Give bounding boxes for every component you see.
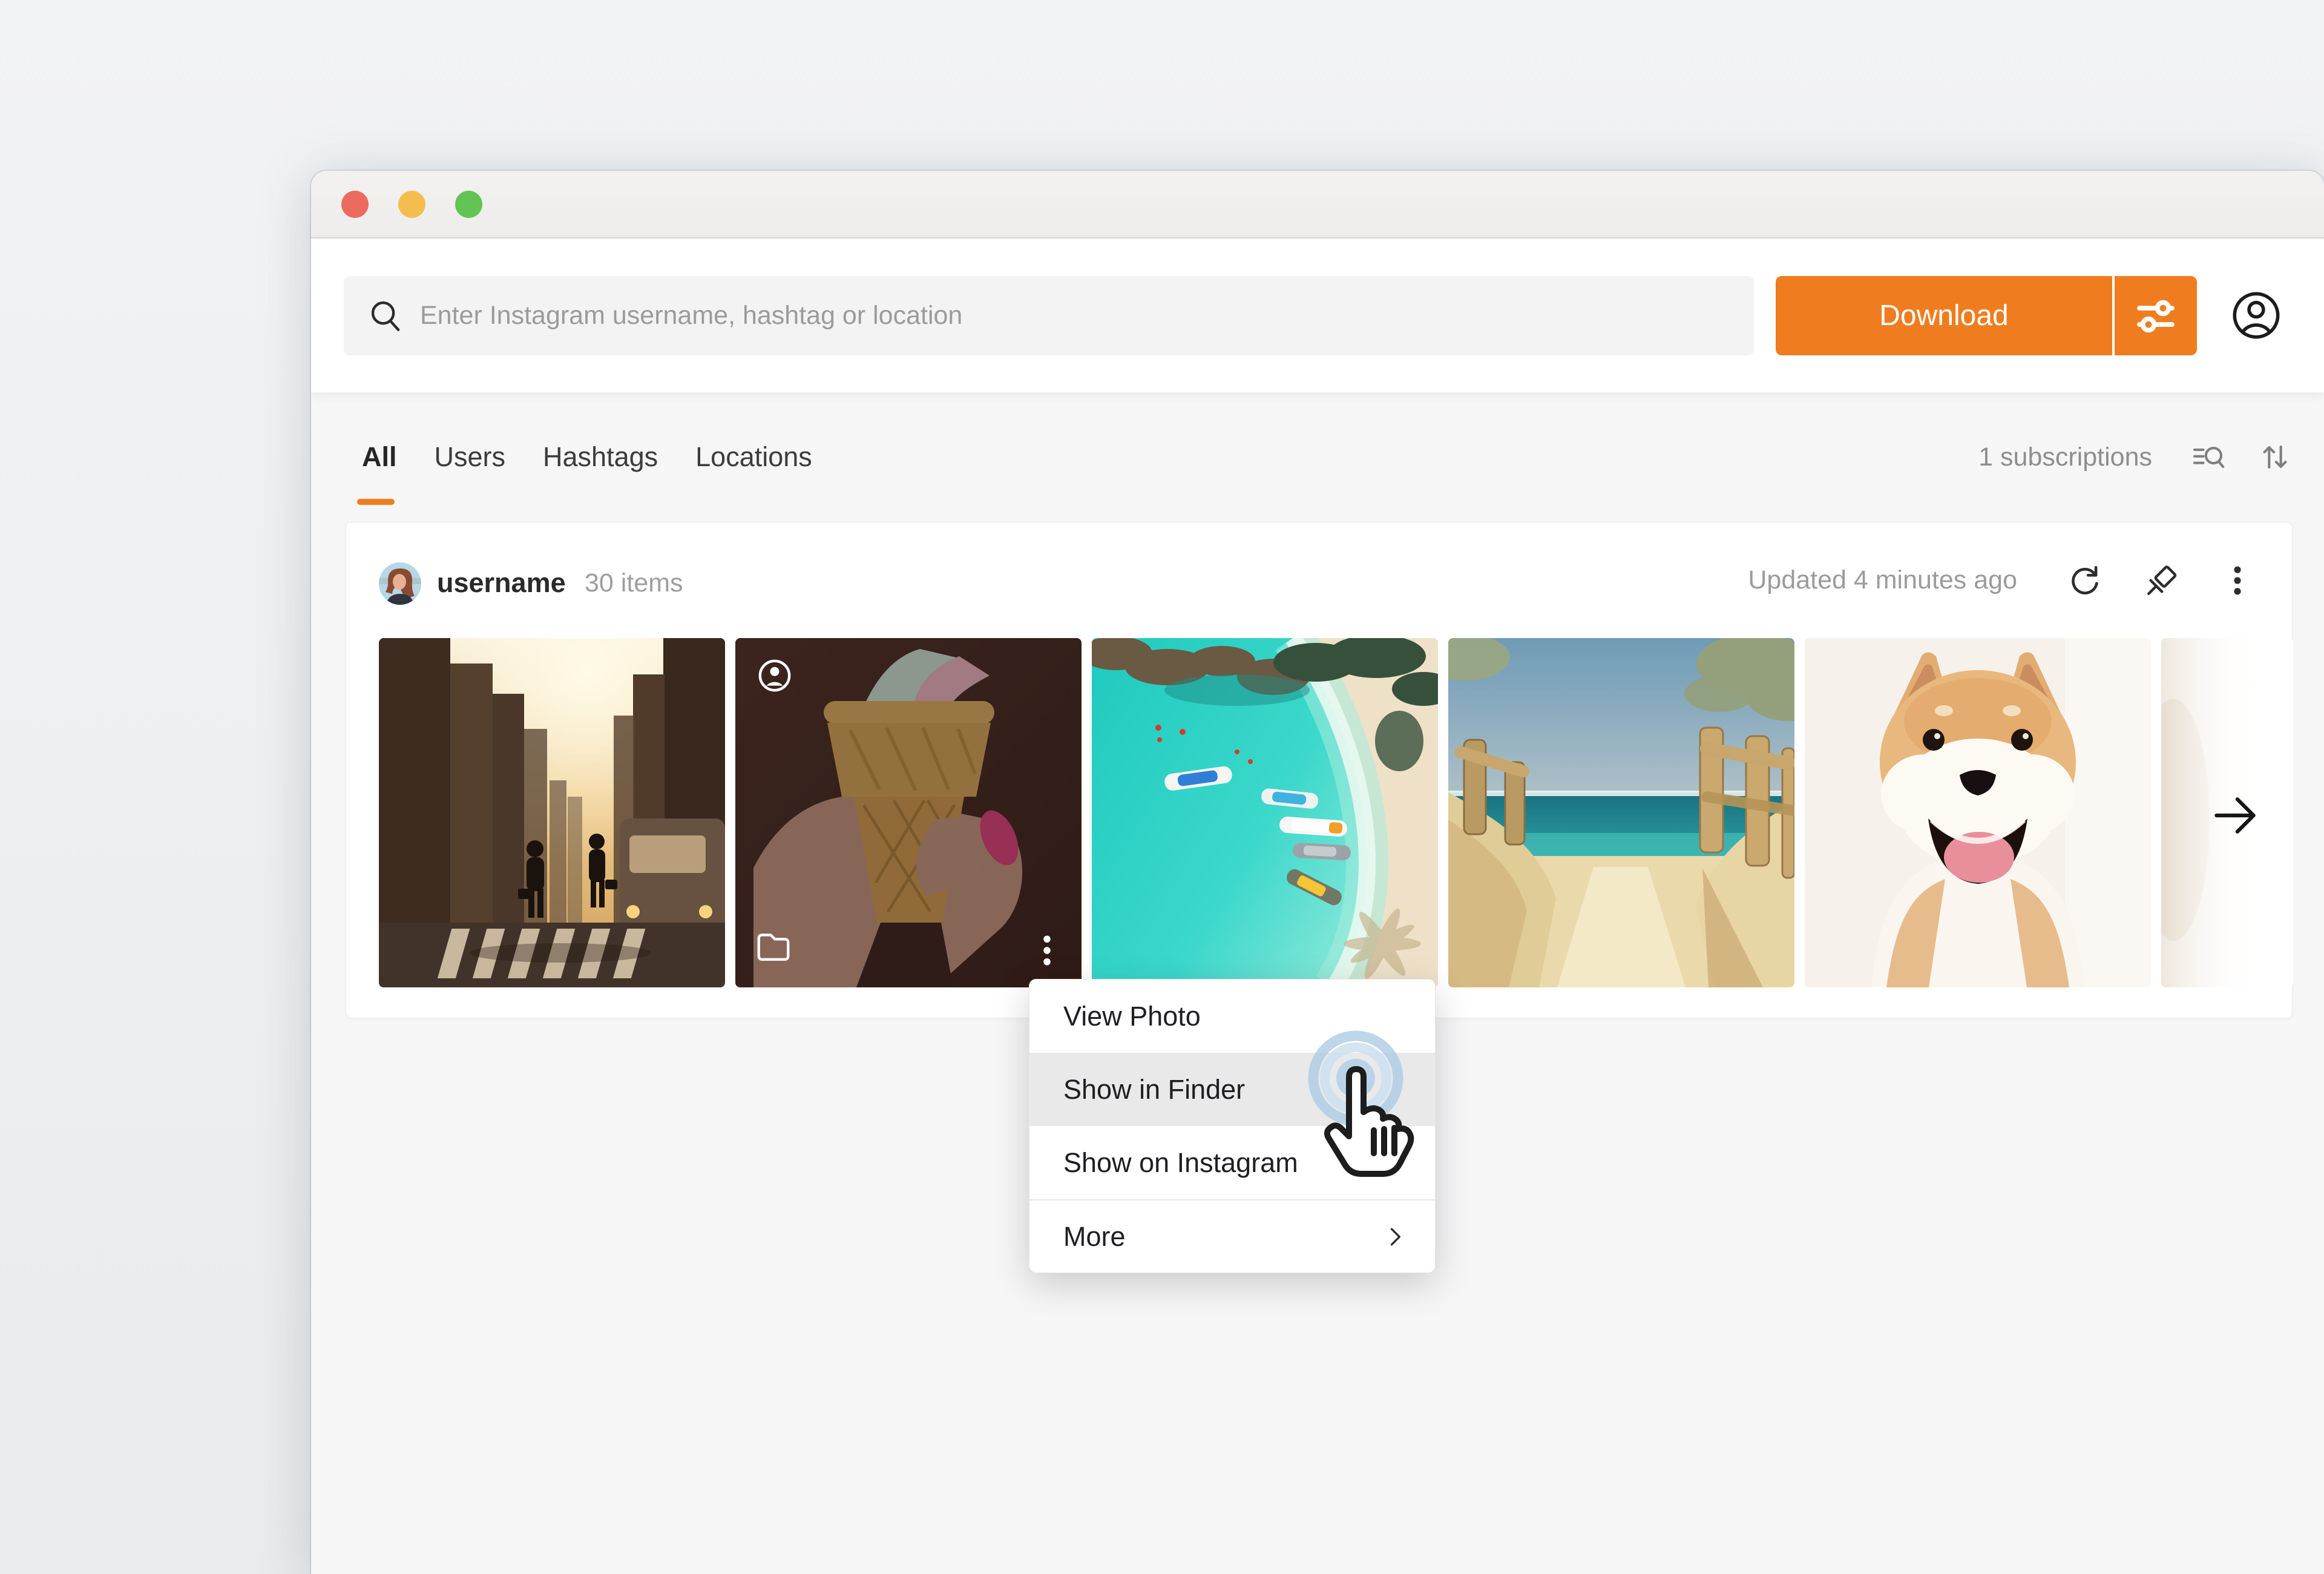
tab-hashtags[interactable]: Hashtags [543, 441, 658, 473]
updated-label: Updated 4 minutes ago [1748, 565, 2017, 595]
sliders-icon [2127, 286, 2185, 344]
filter-subscriptions-button[interactable] [2191, 440, 2226, 475]
download-button[interactable]: Download [1776, 276, 2112, 355]
items-count-label: 30 items [585, 568, 683, 598]
minimize-window-button[interactable] [398, 191, 425, 218]
pin-icon [2143, 562, 2181, 599]
menu-item-label: Show on Instagram [1063, 1147, 1298, 1179]
photo-menu-button[interactable] [1032, 932, 1062, 969]
tab-all[interactable]: All [362, 441, 397, 473]
close-window-button[interactable] [341, 191, 369, 218]
subscription-card-header: username 30 items Updated 4 minutes ago [346, 522, 2292, 638]
account-button[interactable] [2231, 290, 2282, 341]
arrow-right-icon [2207, 788, 2263, 843]
subscription-menu-button[interactable] [2221, 562, 2254, 599]
zoom-window-button[interactable] [455, 191, 482, 218]
menu-item-view-photo[interactable]: View Photo [1029, 980, 1435, 1053]
active-tab-underline [357, 499, 395, 505]
thumbnail-row [379, 638, 2293, 987]
search-field[interactable] [344, 276, 1754, 355]
download-options-button[interactable] [2115, 276, 2197, 355]
photo-beach-path-fence[interactable] [1448, 638, 1794, 987]
refresh-button[interactable] [2066, 562, 2103, 599]
account-icon [2231, 290, 2282, 341]
pin-button[interactable] [2143, 562, 2181, 599]
refresh-icon [2066, 562, 2103, 599]
user-badge-icon [757, 658, 792, 696]
subscription-actions: Updated 4 minutes ago [1748, 522, 2254, 638]
photo-ice-cream-cone[interactable] [735, 638, 1082, 987]
subscription-card: username 30 items Updated 4 minutes ago [346, 522, 2293, 1018]
scroll-right-button[interactable] [2207, 788, 2263, 843]
tab-users[interactable]: Users [435, 441, 506, 473]
window-titlebar [311, 171, 2324, 239]
tab-locations[interactable]: Locations [695, 441, 812, 473]
sort-icon [2257, 440, 2293, 475]
filter-search-icon [2191, 440, 2226, 475]
chevron-right-icon [1382, 1223, 1408, 1250]
menu-item-label: Show in Finder [1063, 1074, 1245, 1105]
menu-item-label: View Photo [1063, 1001, 1201, 1032]
search-icon [367, 297, 404, 334]
photo-city-street-sunset[interactable] [379, 638, 725, 987]
app-window: Download All Users Has [311, 171, 2324, 1574]
photo-shiba-inu-dog[interactable] [1805, 638, 2151, 987]
menu-item-show-in-finder[interactable]: Show in Finder [1029, 1053, 1435, 1126]
username-label[interactable]: username [437, 567, 566, 599]
kebab-menu-icon [2221, 562, 2254, 599]
list-tools: 1 subscriptions [1978, 441, 2293, 473]
sort-subscriptions-button[interactable] [2257, 440, 2293, 475]
photo-tropical-beach-aerial[interactable] [1092, 638, 1438, 987]
menu-item-more[interactable]: More [1029, 1199, 1435, 1273]
context-menu: View Photo Show in Finder Show on Instag… [1029, 979, 1436, 1273]
app-header: Download [311, 239, 2324, 392]
menu-item-show-on-instagram[interactable]: Show on Instagram [1029, 1126, 1435, 1199]
menu-item-label: More [1063, 1221, 1126, 1253]
search-input[interactable] [420, 301, 1731, 331]
kebab-menu-icon [1032, 932, 1062, 969]
folder-icon [755, 930, 792, 967]
avatar[interactable] [379, 562, 421, 605]
subscriptions-count: 1 subscriptions [1978, 443, 2152, 472]
content-area: All Users Hashtags Locations 1 subscript… [311, 392, 2324, 1574]
tab-bar: All Users Hashtags Locations [362, 441, 812, 473]
